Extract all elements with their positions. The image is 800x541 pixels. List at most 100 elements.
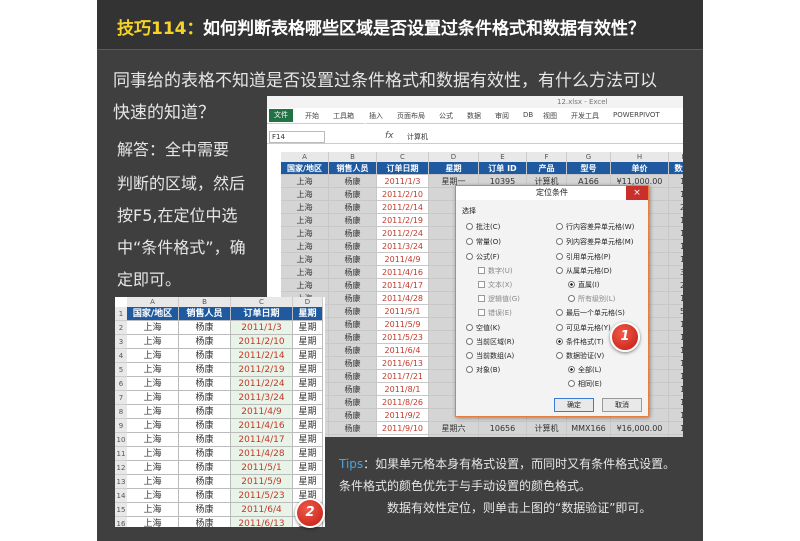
header-cell[interactable]: 订单 ID	[479, 162, 527, 175]
ok-button[interactable]: 确定	[554, 398, 594, 412]
table-cell[interactable]: 2011/6/4	[377, 344, 429, 357]
table-cell[interactable]: 2011/10/16	[377, 435, 429, 437]
row-number[interactable]: 11	[115, 447, 127, 461]
name-box[interactable]: F14	[269, 131, 325, 143]
table-cell[interactable]: 5	[669, 305, 683, 318]
table-cell[interactable]: 2011/2/14	[377, 201, 429, 214]
row-number[interactable]: 14	[115, 489, 127, 503]
option-all-levels[interactable]: 所有级别(L)	[568, 294, 615, 304]
table-cell[interactable]: 星期	[293, 461, 323, 475]
table-cell[interactable]: 杨康	[329, 357, 377, 370]
table-cell[interactable]: 上海	[127, 377, 179, 391]
table-cell[interactable]: 10701	[479, 435, 527, 437]
table-cell[interactable]: 2011/1/3	[377, 175, 429, 188]
column-header[interactable]: D	[429, 152, 479, 162]
column-header[interactable]: F	[527, 152, 567, 162]
table-cell[interactable]: 杨康	[329, 214, 377, 227]
table-cell[interactable]: 2011/4/16	[231, 419, 293, 433]
table-cell[interactable]: 2011/2/19	[231, 363, 293, 377]
header-cell[interactable]: 产品	[527, 162, 567, 175]
table-cell[interactable]: 2011/6/13	[377, 357, 429, 370]
file-tab[interactable]: 文件	[269, 109, 293, 122]
table-cell[interactable]: 2011/9/2	[377, 409, 429, 422]
table-cell[interactable]: 2011/4/17	[231, 433, 293, 447]
table-cell[interactable]: 杨康	[329, 253, 377, 266]
option-column-differences[interactable]: 列内容差异单元格(M)	[556, 237, 634, 247]
table-cell[interactable]: 星期	[293, 349, 323, 363]
option-dependents[interactable]: 从属单元格(D)	[556, 266, 612, 276]
checkbox-logicals[interactable]: 逻辑值(G)	[478, 294, 520, 304]
row-number[interactable]: 6	[115, 377, 127, 391]
table-cell[interactable]: 1	[669, 292, 683, 305]
option-direct-only[interactable]: 直属(I)	[568, 280, 600, 290]
ribbon-tab[interactable]: 视图	[543, 111, 557, 121]
table-cell[interactable]: 1	[669, 240, 683, 253]
table-cell[interactable]: 1	[669, 344, 683, 357]
table-cell[interactable]: 2011/2/14	[231, 349, 293, 363]
table-cell[interactable]: 上海	[281, 279, 329, 292]
table-cell[interactable]: 杨康	[329, 292, 377, 305]
checkbox-numbers[interactable]: 数字(U)	[478, 266, 513, 276]
table-cell[interactable]: 杨康	[179, 503, 231, 517]
row-number[interactable]: 13	[115, 475, 127, 489]
checkbox-errors[interactable]: 错误(E)	[478, 308, 512, 318]
table-cell[interactable]: 2011/2/24	[377, 227, 429, 240]
table-cell[interactable]: 上海	[127, 405, 179, 419]
table-cell[interactable]: 杨康	[329, 383, 377, 396]
header-cell[interactable]: 销售人员	[179, 307, 231, 321]
table-cell[interactable]: 3	[669, 266, 683, 279]
header-cell[interactable]: 星期	[293, 307, 323, 321]
table-cell[interactable]: 杨康	[179, 335, 231, 349]
table-cell[interactable]: 杨康	[329, 435, 377, 437]
table-cell[interactable]: 2011/5/9	[377, 318, 429, 331]
table-cell[interactable]: 星期	[293, 447, 323, 461]
option-row-differences[interactable]: 行内容差异单元格(W)	[556, 222, 634, 232]
option-conditional-formats[interactable]: 条件格式(T)	[556, 337, 604, 347]
row-number[interactable]: 9	[115, 419, 127, 433]
table-cell[interactable]: 杨康	[329, 409, 377, 422]
table-cell[interactable]: 1	[669, 422, 683, 435]
column-header[interactable]: I	[669, 152, 683, 162]
ribbon-tab[interactable]: 开发工具	[571, 111, 599, 121]
table-cell[interactable]: 杨康	[329, 188, 377, 201]
table-cell[interactable]: 杨康	[179, 321, 231, 335]
table-cell[interactable]: 杨康	[329, 201, 377, 214]
table-cell[interactable]: 2011/8/26	[377, 396, 429, 409]
table-cell[interactable]: 上海	[281, 266, 329, 279]
header-cell[interactable]: 数量	[669, 162, 683, 175]
option-constants[interactable]: 常量(O)	[466, 237, 501, 247]
column-header[interactable]: A	[281, 152, 329, 162]
table-cell[interactable]: 上海	[127, 363, 179, 377]
header-cell[interactable]: 国家/地区	[127, 307, 179, 321]
table-cell[interactable]: 杨康	[179, 377, 231, 391]
table-cell[interactable]: 杨康	[329, 305, 377, 318]
table-cell[interactable]: 1	[669, 370, 683, 383]
row-number[interactable]: 2	[115, 321, 127, 335]
table-cell[interactable]: 上海	[127, 503, 179, 517]
table-cell[interactable]: 上海	[127, 391, 179, 405]
table-cell[interactable]: 杨康	[329, 240, 377, 253]
table-cell[interactable]: 上海	[127, 461, 179, 475]
table-cell[interactable]: 上海	[127, 349, 179, 363]
option-precedents[interactable]: 引用单元格(P)	[556, 252, 611, 262]
table-cell[interactable]: 杨康	[179, 461, 231, 475]
table-cell[interactable]: 2011/3/24	[377, 240, 429, 253]
table-cell[interactable]: 上海	[127, 419, 179, 433]
table-cell[interactable]: 2011/9/10	[377, 422, 429, 435]
table-cell[interactable]: 1	[669, 435, 683, 437]
column-header[interactable]: H	[611, 152, 669, 162]
table-cell[interactable]: 星期	[293, 321, 323, 335]
table-cell[interactable]: MMX166	[567, 422, 611, 435]
ribbon-tab[interactable]: 审阅	[495, 111, 509, 121]
row-number[interactable]: 8	[115, 405, 127, 419]
table-cell[interactable]: 2011/6/13	[231, 517, 293, 527]
close-icon[interactable]: ×	[626, 186, 648, 200]
table-cell[interactable]: 2011/5/1	[231, 461, 293, 475]
table-cell[interactable]: 上海	[281, 253, 329, 266]
table-cell[interactable]: 美洁本	[527, 435, 567, 437]
checkbox-text[interactable]: 文本(X)	[478, 280, 512, 290]
column-header[interactable]: B	[179, 297, 231, 307]
table-cell[interactable]: 上海	[281, 227, 329, 240]
option-validation-same[interactable]: 相同(E)	[568, 379, 602, 389]
ribbon-tab[interactable]: 插入	[369, 111, 383, 121]
